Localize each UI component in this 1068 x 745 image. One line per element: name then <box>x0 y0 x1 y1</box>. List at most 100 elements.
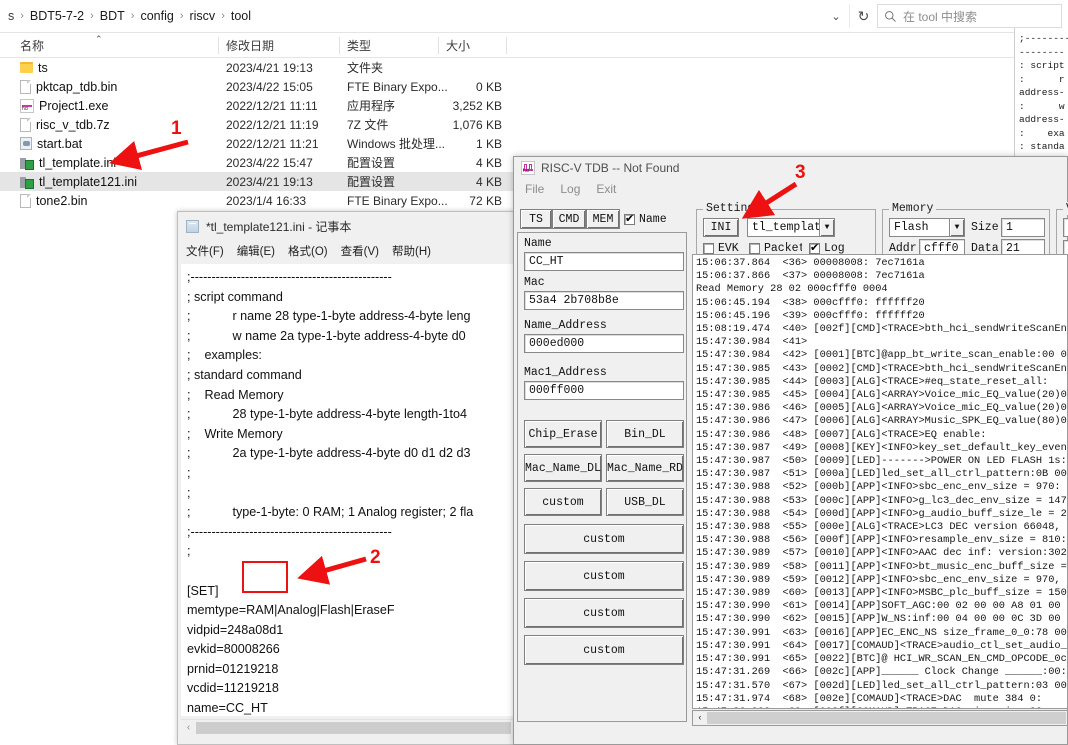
chip-erase-button[interactable]: Chip_Erase <box>524 420 602 448</box>
vcd-field[interactable] <box>1063 218 1068 237</box>
custom-button-2[interactable]: custom <box>524 524 684 554</box>
column-divider[interactable] <box>438 37 439 54</box>
checkbox-box[interactable] <box>749 243 760 254</box>
name-field[interactable]: CC_HT <box>524 252 684 271</box>
file-size-cell: 0 KB <box>475 79 502 94</box>
file-size-cell: 1 KB <box>475 136 502 151</box>
notepad-title-bar[interactable]: *tl_template121.ini - 记事本 <box>178 212 516 240</box>
document-icon <box>20 117 31 132</box>
custom-button-1[interactable]: custom <box>524 488 602 516</box>
file-date-cell: 2023/1/4 16:33 <box>226 193 307 208</box>
breadcrumb-item-tool[interactable]: tool <box>227 7 255 25</box>
chevron-down-icon[interactable]: ▼ <box>819 219 834 236</box>
table-row[interactable]: risc_v_tdb.7z 2022/12/21 11:19 7Z 文件 1,0… <box>0 115 1068 134</box>
document-icon <box>20 193 31 208</box>
application-icon: hci <box>20 98 34 113</box>
tdb-title-bar[interactable]: hci RISC-V TDB -- Not Found <box>514 157 1067 179</box>
mac-name-dl-button[interactable]: Mac_Name_DL <box>524 454 602 482</box>
scroll-left-icon[interactable]: ‹ <box>181 722 196 733</box>
scrollbar-thumb[interactable] <box>196 721 511 734</box>
table-row[interactable]: hci Project1.exe 2022/12/21 11:11 应用程序 3… <box>0 96 1068 115</box>
chevron-down-icon[interactable]: ▼ <box>949 219 964 236</box>
menu-item-format[interactable]: 格式(O) <box>288 243 328 259</box>
notepad-window: *tl_template121.ini - 记事本 文件(F) 编辑(E) 格式… <box>177 211 517 745</box>
file-name-cell[interactable]: tl_template121.ini <box>20 172 137 191</box>
column-header-size[interactable]: 大小 <box>446 33 470 58</box>
file-name-cell[interactable]: hci Project1.exe <box>20 96 108 115</box>
file-date-cell: 2023/4/22 15:05 <box>226 79 313 94</box>
file-name-cell[interactable]: pktcap_tdb.bin <box>20 77 117 96</box>
memory-size-label: Size <box>971 221 999 234</box>
tdb-title-label: RISC-V TDB -- Not Found <box>541 161 680 175</box>
file-type-cell: 文件夹 <box>347 61 384 75</box>
notepad-text-area[interactable]: ;---------------------------------------… <box>181 264 513 716</box>
file-name-label: risc_v_tdb.7z <box>36 117 110 132</box>
breadcrumb-item-bdt[interactable]: BDT <box>96 7 129 25</box>
menu-item-file[interactable]: File <box>525 182 544 196</box>
checkbox-box[interactable] <box>703 243 714 254</box>
file-name-cell[interactable]: start.bat <box>20 134 82 153</box>
checkbox-box[interactable] <box>809 241 820 255</box>
column-divider[interactable] <box>339 37 340 54</box>
menu-item-edit[interactable]: 编辑(E) <box>237 243 275 259</box>
file-date-cell: 2022/12/21 11:21 <box>226 136 319 151</box>
file-date-cell: 2023/4/21 19:13 <box>226 60 313 75</box>
notepad-horizontal-scrollbar[interactable]: ‹ <box>181 719 513 735</box>
tab-cmd[interactable]: CMD <box>552 209 586 229</box>
column-header-date[interactable]: 修改日期 <box>226 33 274 58</box>
column-divider[interactable] <box>506 37 507 54</box>
file-name-cell[interactable]: tone2.bin <box>20 191 87 210</box>
memory-size-field[interactable]: 1 <box>1001 218 1045 237</box>
annotation-arrow-2 <box>297 555 367 585</box>
field-label-name-address: Name_Address <box>524 319 607 332</box>
menu-item-file[interactable]: 文件(F) <box>186 243 224 259</box>
custom-button-4[interactable]: custom <box>524 598 684 628</box>
scrollbar-thumb[interactable] <box>707 712 1066 724</box>
breadcrumb-separator: › <box>221 10 225 22</box>
tdb-app-icon: hci <box>521 161 535 175</box>
checkbox-box[interactable] <box>624 212 635 226</box>
file-date-cell: 2023/4/21 19:13 <box>226 174 313 189</box>
breadcrumb-separator: › <box>20 10 24 22</box>
mac1-address-field[interactable]: 000ff000 <box>524 381 684 400</box>
breadcrumb[interactable]: s › BDT5-7-2 › BDT › config › riscv › to… <box>0 4 255 28</box>
chevron-down-icon[interactable]: ⌄ <box>823 4 849 28</box>
breadcrumb-item-riscv[interactable]: riscv <box>185 7 219 25</box>
file-name-cell[interactable]: ts <box>20 58 48 77</box>
mac-field[interactable]: 53a4 2b708b8e <box>524 291 684 310</box>
column-divider[interactable] <box>218 37 219 54</box>
menu-item-view[interactable]: 查看(V) <box>341 243 379 259</box>
breadcrumb-item-config[interactable]: config <box>136 7 177 25</box>
bin-dl-button[interactable]: Bin_DL <box>606 420 684 448</box>
refresh-icon[interactable]: ↻ <box>849 4 877 28</box>
tab-mem[interactable]: MEM <box>586 209 620 229</box>
breadcrumb-leading[interactable]: s <box>4 7 18 25</box>
memory-target-dropdown[interactable]: Flash ▼ <box>889 218 965 237</box>
scroll-left-icon[interactable]: ‹ <box>693 713 707 723</box>
mac-name-rd-button[interactable]: Mac_Name_RD <box>606 454 684 482</box>
file-size-cell <box>420 58 502 77</box>
name-checkbox[interactable]: Name <box>624 212 667 226</box>
tab-ts[interactable]: TS <box>520 209 552 229</box>
breadcrumb-separator: › <box>179 10 184 22</box>
breadcrumb-item-bdt5-7-2[interactable]: BDT5-7-2 <box>26 7 88 25</box>
table-row[interactable]: pktcap_tdb.bin 2023/4/22 15:05 FTE Binar… <box>0 77 1068 96</box>
custom-button-5[interactable]: custom <box>524 635 684 665</box>
column-header-type[interactable]: 类型 <box>347 33 371 58</box>
log-horizontal-scrollbar[interactable]: ‹ <box>692 710 1068 726</box>
file-size-cell: 3,252 KB <box>452 98 502 113</box>
custom-button-3[interactable]: custom <box>524 561 684 591</box>
log-output-pane[interactable]: 15:06:37.864 <36> 00008008: 7ec7161a 15:… <box>692 254 1068 709</box>
search-input[interactable]: 在 tool 中搜索 <box>877 4 1062 28</box>
name-address-field[interactable]: 000ed000 <box>524 334 684 353</box>
menu-item-log[interactable]: Log <box>560 182 580 196</box>
menu-item-help[interactable]: 帮助(H) <box>392 243 431 259</box>
menu-item-exit[interactable]: Exit <box>596 182 616 196</box>
usb-dl-button[interactable]: USB_DL <box>606 488 684 516</box>
file-name-cell[interactable]: risc_v_tdb.7z <box>20 115 110 134</box>
column-header-name[interactable]: 名称 <box>20 33 44 58</box>
file-date-cell: 2022/12/21 11:19 <box>226 117 319 132</box>
file-name-cell[interactable]: tl_template.ini <box>20 153 116 172</box>
field-label-mac: Mac <box>524 276 545 289</box>
table-row[interactable]: ts 2023/4/21 19:13 文件夹 <box>0 58 1068 77</box>
